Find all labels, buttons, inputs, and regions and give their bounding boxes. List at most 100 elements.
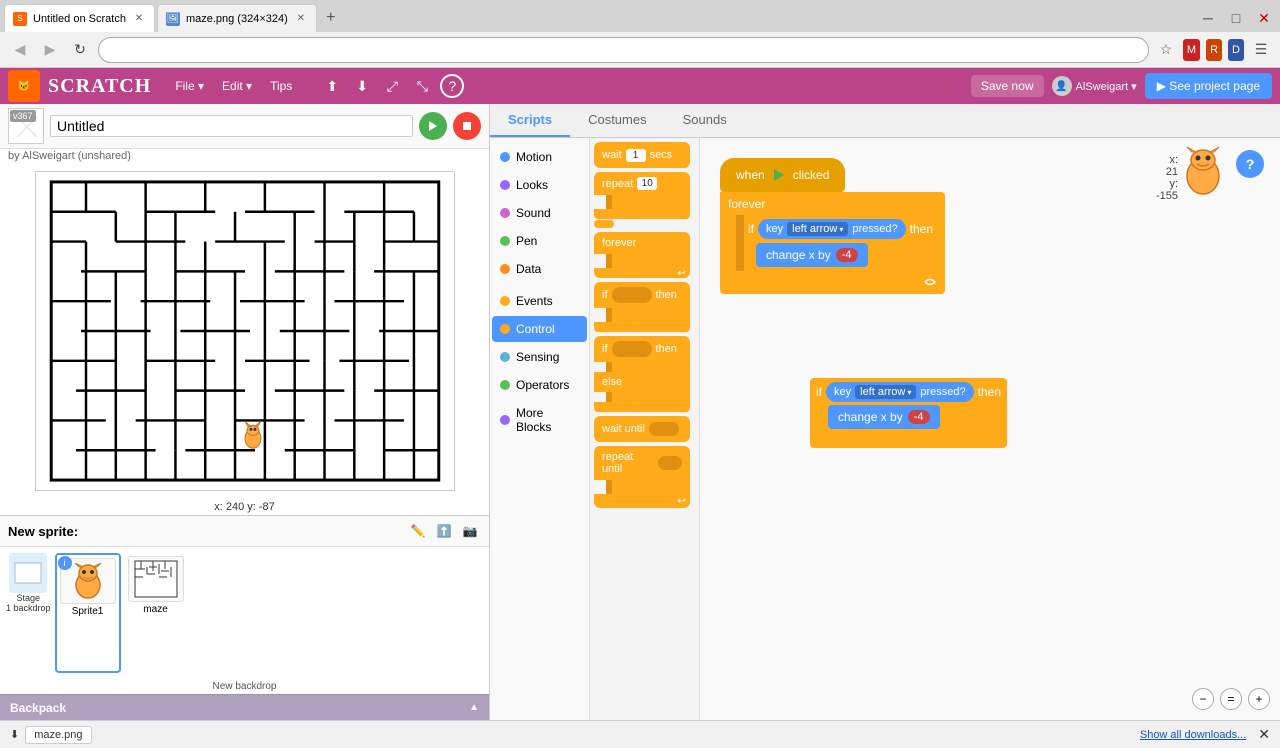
if-key-left-block-2[interactable]: if key left arrow ▾ pressed? then change… [810,378,1007,448]
repeat-until-block[interactable]: repeat until ↩ [594,446,690,508]
hint-button[interactable]: ? [1236,150,1264,178]
account2-icon[interactable]: D [1228,39,1244,61]
control-dot [500,324,510,334]
script-canvas: ? x: 21 y: -155 [700,138,1280,720]
tab-costumes[interactable]: Costumes [570,104,665,137]
address-bar-row: ◀ ▶ ↻ scratch.mit.edu/projects/12103222/… [0,32,1280,68]
tab-scripts[interactable]: Scripts [490,104,570,137]
sound-label: Sound [516,206,551,220]
sprite1-info: i [60,558,116,604]
forward-button[interactable]: ▶ [38,38,62,62]
if-else-block[interactable]: if then else [594,336,690,412]
new-tab-button[interactable]: + [319,6,343,30]
back-button[interactable]: ◀ [8,38,32,62]
maze-tab[interactable]: 🖼 maze.png (324×324) ✕ [157,4,317,32]
backpack-bar[interactable]: Backpack ▲ [0,694,489,720]
upload-sprite-button[interactable]: ⬆️ [433,520,455,542]
gmail-icon[interactable]: M [1183,39,1200,61]
zoom-out-button[interactable]: − [1192,688,1214,710]
account-icon[interactable]: R [1206,39,1222,61]
help-button[interactable]: ? [440,74,464,98]
when-clicked-block[interactable]: when clicked [720,158,845,192]
cat-preview: x: 21 y: -155 [1178,146,1228,199]
see-project-button[interactable]: ▶ See project page [1145,73,1272,99]
key-dropdown-2: left arrow ▾ [855,385,916,399]
browser-chrome: S Untitled on Scratch ✕ 🖼 maze.png (324×… [0,0,1280,68]
project-name-input[interactable] [50,115,413,137]
key-condition-2: key left arrow ▾ pressed? [826,382,974,402]
category-more-blocks[interactable]: More Blocks [492,400,587,440]
close-download-bar-button[interactable]: ✕ [1258,726,1270,743]
refresh-button[interactable]: ↻ [68,38,92,62]
if-key-left-block[interactable]: if key left arrow ▾ pressed? then change… [736,215,937,271]
key-dropdown-1: left arrow ▾ [787,222,848,236]
category-sensing[interactable]: Sensing [492,344,587,370]
address-input[interactable]: scratch.mit.edu/projects/12103222/#edito… [98,37,1149,63]
green-flag-button[interactable] [419,112,447,140]
category-sound[interactable]: Sound [492,200,587,226]
bookmark-icon[interactable]: ☆ [1155,39,1177,61]
file-menu[interactable]: File ▾ [167,75,212,97]
scratch-tab[interactable]: S Untitled on Scratch ✕ [4,4,155,32]
change-x-block-1[interactable]: change x by -4 [756,243,868,267]
maze-sprite-name: maze [143,604,167,615]
category-looks[interactable]: Looks [492,172,587,198]
if-block[interactable]: if then [594,282,690,332]
stop-button[interactable] [453,112,481,140]
expand-button[interactable]: ⤢ [380,74,404,98]
stage-sprite-item[interactable]: Stage 1 backdrop [6,553,51,673]
maze-thumb [128,556,184,602]
show-all-downloads[interactable]: Show all downloads... [1140,729,1246,741]
compress-button[interactable]: ⤡ [410,74,434,98]
change-value-1: -4 [836,248,858,262]
download-button[interactable]: ⬇ [350,74,374,98]
stage-canvas [35,171,455,491]
sprite1-item[interactable]: i [55,553,121,673]
category-events[interactable]: Events [492,288,587,314]
close-window-button[interactable]: ✕ [1252,6,1276,30]
sprites-title: New sprite: [8,524,78,539]
motion-label: Motion [516,150,552,164]
change-x-block-2[interactable]: change x by -4 [828,405,940,429]
zoom-fit-button[interactable]: = [1220,688,1242,710]
category-operators[interactable]: Operators [492,372,587,398]
minimize-button[interactable]: ─ [1196,6,1220,30]
upload-button[interactable]: ⬆ [320,74,344,98]
looks-label: Looks [516,178,548,192]
maximize-button[interactable]: □ [1224,6,1248,30]
paint-sprite-button[interactable]: ✏️ [407,520,429,542]
sound-dot [500,208,510,218]
download-filename[interactable]: maze.png [25,726,91,744]
tips-link[interactable]: Tips [262,75,300,97]
maze-sprite-item[interactable]: maze [125,553,187,673]
save-now-button[interactable]: Save now [971,75,1044,97]
category-data[interactable]: Data [492,256,587,282]
change-value-2: -4 [908,410,930,424]
camera-sprite-button[interactable]: 📷 [459,520,481,542]
more-blocks-dot [500,415,510,425]
script-group-2: if key left arrow ▾ pressed? then change… [810,378,1007,448]
menu-icon[interactable]: ☰ [1250,39,1272,61]
pen-dot [500,236,510,246]
tab-sounds[interactable]: Sounds [665,104,745,137]
data-dot [500,264,510,274]
forever-wrapper[interactable]: forever if key left arrow ▾ pressed? the… [720,192,945,294]
scratch-favicon: S [13,12,27,26]
zoom-in-button[interactable]: + [1248,688,1270,710]
username[interactable]: AlSweigart ▾ [1076,80,1137,93]
wait-block[interactable]: wait 1 secs [594,142,690,168]
edit-menu[interactable]: Edit ▾ [214,75,260,97]
repeat-block[interactable]: repeat 10 [594,172,690,228]
category-pen[interactable]: Pen [492,228,587,254]
new-sprite-controls: ✏️ ⬆️ 📷 [407,520,481,542]
forever-block[interactable]: forever ↩ [594,232,690,278]
scratch-tab-close[interactable]: ✕ [132,12,146,26]
category-control[interactable]: Control [492,316,587,342]
stage-name: Stage [17,593,41,603]
category-motion[interactable]: Motion [492,144,587,170]
scratch-logo: SCRATCH [48,75,151,98]
author-line: by AlSweigart (unshared) [0,149,489,163]
data-label: Data [516,262,541,276]
wait-until-block[interactable]: wait until [594,416,690,442]
maze-tab-close[interactable]: ✕ [294,12,308,26]
